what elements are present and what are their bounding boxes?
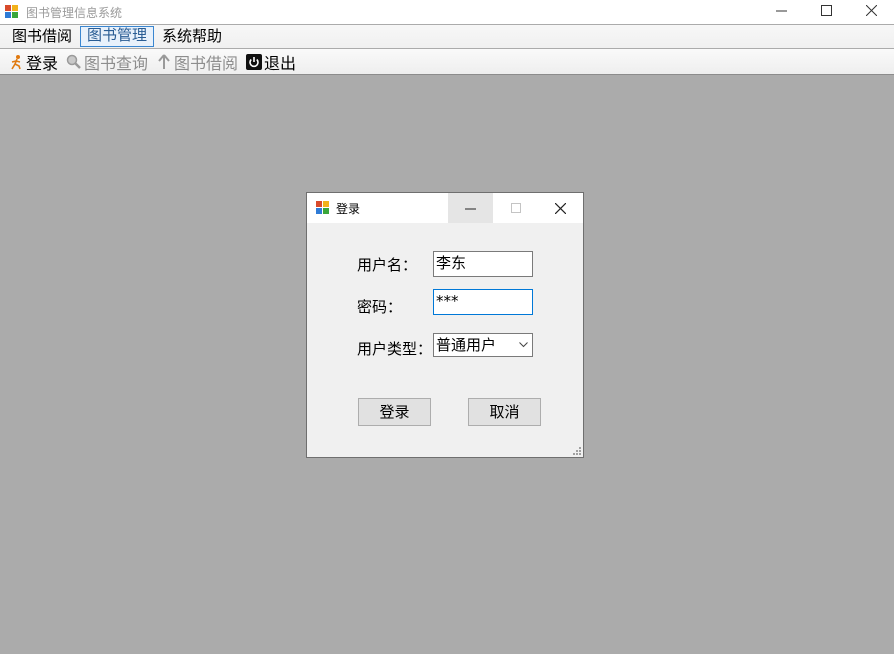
app-icon	[5, 5, 19, 19]
window-title: 图书管理信息系统	[26, 5, 123, 20]
login-dialog: 登录 用户名： 李东 密码： *** 用户类型： 普通用户 登录 取消	[306, 192, 584, 458]
run-icon	[8, 54, 24, 70]
toolbar-exit-button[interactable]: 退出	[246, 50, 296, 74]
toolbar-login-label: 登录	[26, 53, 59, 73]
menu-book-borrow[interactable]: 图书借阅	[6, 27, 78, 46]
cancel-button[interactable]: 取消	[468, 398, 541, 426]
menu-bar: 图书借阅 图书管理 系统帮助	[0, 25, 894, 48]
menu-book-manage[interactable]: 图书管理	[80, 26, 155, 47]
maximize-button[interactable]	[804, 0, 849, 20]
username-field[interactable]: 李东	[433, 251, 533, 277]
menu-system-help[interactable]: 系统帮助	[156, 27, 228, 46]
toolbar: 登录 图书查询 图书借阅 退出	[0, 49, 894, 75]
toolbar-book-search-label: 图书查询	[84, 53, 149, 73]
dialog-title-bar: 登录	[307, 193, 583, 223]
toolbar-book-borrow-label: 图书借阅	[174, 53, 239, 73]
toolbar-exit-label: 退出	[264, 53, 297, 73]
dialog-maximize-button[interactable]	[493, 193, 538, 223]
toolbar-book-borrow-button[interactable]: 图书借阅	[156, 50, 238, 74]
up-arrow-icon	[156, 53, 172, 70]
dialog-minimize-button[interactable]	[448, 193, 493, 223]
maximize-icon	[510, 203, 521, 213]
chevron-down-icon	[519, 342, 528, 348]
dialog-app-icon	[316, 201, 330, 215]
main-title-bar: 图书管理信息系统	[0, 0, 894, 24]
password-field[interactable]: ***	[433, 289, 533, 315]
magnifier-icon	[66, 54, 82, 70]
maximize-icon	[821, 4, 832, 16]
toolbar-login-button[interactable]: 登录	[8, 50, 58, 74]
dialog-close-button[interactable]	[538, 193, 583, 223]
close-icon	[866, 4, 877, 16]
resize-grip-icon[interactable]	[573, 447, 581, 455]
minimize-icon	[776, 10, 787, 11]
close-button[interactable]	[849, 0, 894, 20]
usertype-value: 普通用户	[436, 336, 497, 354]
toolbar-book-search-button[interactable]: 图书查询	[66, 50, 148, 74]
minimize-button[interactable]	[759, 0, 804, 20]
close-icon	[555, 202, 566, 214]
password-label: 密码：	[357, 298, 403, 316]
username-label: 用户名：	[357, 256, 418, 274]
login-button[interactable]: 登录	[358, 398, 431, 426]
usertype-label: 用户类型：	[357, 340, 433, 358]
dialog-title: 登录	[336, 201, 361, 216]
power-icon	[246, 53, 263, 70]
usertype-select[interactable]: 普通用户	[433, 333, 533, 357]
minimize-icon	[465, 208, 476, 209]
